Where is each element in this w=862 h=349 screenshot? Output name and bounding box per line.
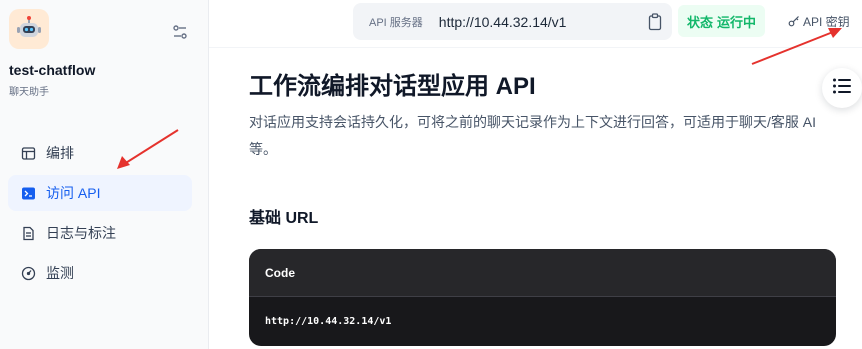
app-name: test-chatflow [9, 62, 96, 78]
sidebar-item-label: 编排 [46, 145, 74, 161]
status-label: 状态 [686, 14, 713, 30]
code-block-content[interactable]: http://10.44.32.14/v1 [249, 297, 836, 346]
api-server-url[interactable]: http://10.44.32.14/v1 [439, 14, 567, 30]
code-block-header: Code [249, 249, 836, 297]
sidebar-nav: 编排 访问 API 日志与标注 监测 [8, 135, 192, 295]
app-root: test-chatflow 聊天助手 编排 访问 API 日志与标注 监测 AP… [0, 0, 862, 349]
status-badge: 状态 运行中 [678, 5, 765, 37]
robot-avatar-icon [9, 9, 49, 49]
key-icon [788, 15, 800, 27]
status-value: 运行中 [717, 14, 757, 30]
layout-icon [20, 145, 36, 161]
table-of-contents-button[interactable] [822, 68, 862, 108]
sidebar-item-label: 访问 API [46, 185, 101, 201]
api-server-label: API 服务器 [369, 16, 423, 29]
gauge-icon [20, 265, 36, 281]
sidebar-item-logs[interactable]: 日志与标注 [8, 215, 192, 251]
sidebar-item-label: 监测 [46, 265, 74, 281]
page-description: 对话应用支持会话持久化，可将之前的聊天记录作为上下文进行回答，可适用于聊天/客服… [249, 114, 817, 157]
sidebar-item-api-access[interactable]: 访问 API [8, 175, 192, 211]
copy-icon[interactable] [647, 13, 663, 31]
app-type-label: 聊天助手 [9, 87, 49, 98]
api-key-button[interactable]: API 密钥 [788, 10, 850, 32]
sidebar-item-label: 日志与标注 [46, 225, 116, 241]
sidebar: test-chatflow 聊天助手 编排 访问 API 日志与标注 监测 [0, 0, 209, 349]
sidebar-item-orchestrate[interactable]: 编排 [8, 135, 192, 171]
list-icon [832, 77, 852, 100]
document-icon [20, 225, 36, 241]
sidebar-settings-icon[interactable] [170, 22, 190, 42]
sidebar-item-monitor[interactable]: 监测 [8, 255, 192, 291]
page-title: 工作流编排对话型应用 API [249, 73, 536, 100]
terminal-icon [20, 185, 36, 201]
api-key-label: API 密钥 [803, 14, 850, 29]
base-url-heading: 基础 URL [249, 210, 319, 227]
code-block: Code http://10.44.32.14/v1 [249, 249, 836, 346]
annotation-arrow-api-key [751, 28, 842, 65]
api-server-bar: API 服务器 http://10.44.32.14/v1 [353, 3, 672, 40]
header-divider [209, 47, 862, 48]
